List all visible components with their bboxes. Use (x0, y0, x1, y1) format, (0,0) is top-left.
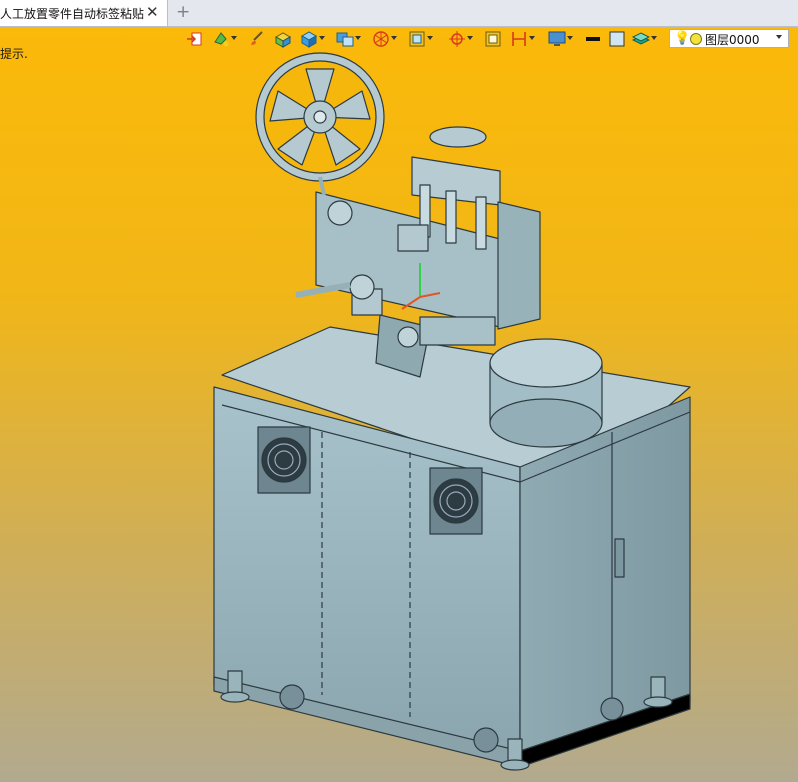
multi-view-icon (336, 32, 354, 47)
3d-viewport[interactable]: 提示. 💡 图层0000 (0, 27, 798, 782)
dimension-icon (512, 32, 526, 46)
document-tab[interactable]: 人工放置零件自动标签粘贴 ✕ (0, 0, 168, 26)
tool-shade-button[interactable] (408, 30, 433, 48)
tool-import-button[interactable] (186, 30, 208, 48)
tool-frame-button[interactable] (484, 30, 506, 48)
frame-icon (485, 31, 501, 47)
view-toolbar: 💡 图层0000 (186, 28, 792, 50)
tool-render-button[interactable] (212, 30, 237, 48)
feeder-bowl (489, 338, 603, 448)
fill-color-button[interactable] (608, 30, 630, 48)
crosshair-icon (449, 31, 465, 47)
solid-cube-icon (300, 31, 318, 48)
layers-icon (632, 32, 650, 45)
tool-solid-button[interactable] (300, 30, 325, 48)
chevron-down-icon (776, 35, 782, 39)
line-color-swatch-icon (586, 37, 600, 41)
layer-select-value: 图层0000 (705, 33, 760, 47)
layer-select[interactable]: 💡 图层0000 (669, 29, 789, 48)
paint-bucket-icon (214, 32, 229, 47)
brush-icon (251, 31, 263, 45)
document-tab-bar: 人工放置零件自动标签粘贴 ✕ + (0, 0, 798, 27)
cad-model[interactable] (0, 27, 798, 782)
tool-brush-button[interactable] (248, 30, 270, 48)
display-settings-icon (548, 31, 566, 46)
lightbulb-icon: 💡 (674, 31, 691, 46)
label-reel (255, 52, 385, 196)
fan-left (257, 426, 311, 494)
tool-section-button[interactable] (372, 30, 397, 48)
status-hint: 提示. (0, 47, 28, 61)
material-cube-icon (274, 32, 292, 48)
line-color-button[interactable] (584, 30, 606, 48)
section-view-icon (373, 31, 389, 47)
fill-color-swatch-icon (609, 31, 625, 47)
shaded-box-icon (409, 31, 425, 47)
tool-display-button[interactable] (548, 30, 573, 48)
tool-material-button[interactable] (274, 30, 296, 48)
layer-color-dot-icon (690, 33, 702, 45)
import-icon (187, 32, 202, 46)
fan-right (429, 467, 483, 535)
new-tab-icon[interactable]: + (176, 2, 190, 22)
tool-dimension-button[interactable] (510, 30, 535, 48)
tool-snap-button[interactable] (448, 30, 473, 48)
close-tab-icon[interactable]: ✕ (146, 3, 159, 21)
tool-view-button[interactable] (336, 30, 361, 48)
document-tab-title: 人工放置零件自动标签粘贴 (0, 7, 145, 21)
tool-layer-manager-button[interactable] (632, 30, 657, 48)
